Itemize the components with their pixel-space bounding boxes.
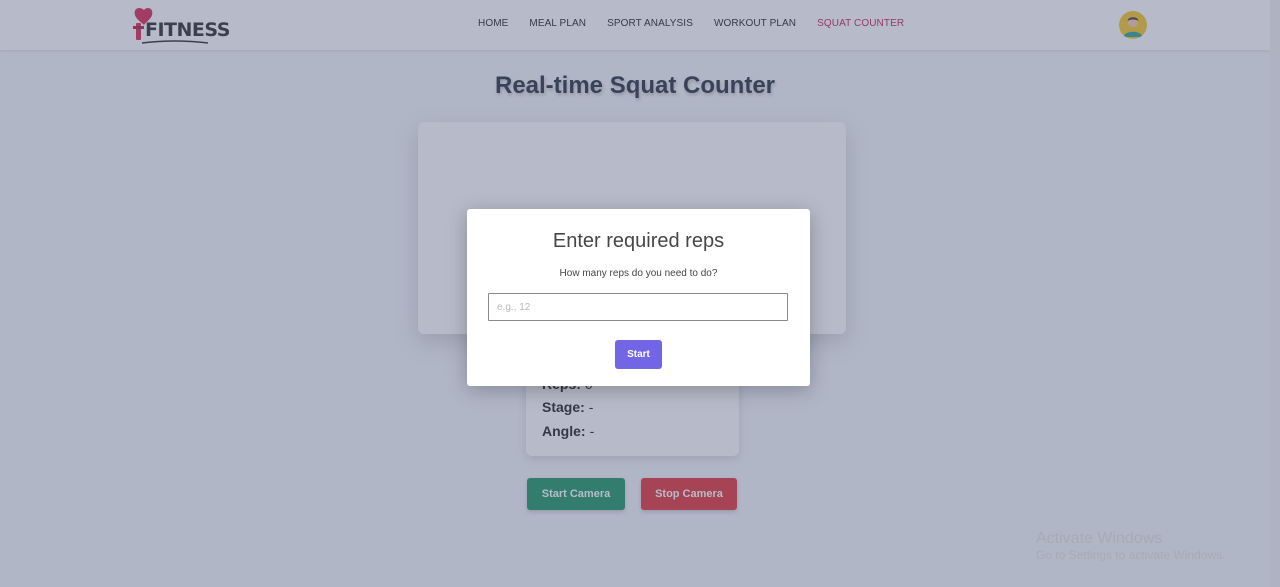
reps-input[interactable] bbox=[488, 293, 788, 321]
watermark-subtitle: Go to Settings to activate Windows. bbox=[1036, 548, 1226, 563]
dialog-text: How many reps do you need to do? bbox=[559, 268, 718, 279]
windows-activation-watermark: Activate Windows Go to Settings to activ… bbox=[1036, 529, 1225, 563]
watermark-title: Activate Windows bbox=[1036, 530, 1163, 547]
dialog-title: Enter required reps bbox=[552, 230, 725, 252]
reps-dialog: Enter required reps How many reps do you… bbox=[467, 209, 810, 386]
dialog-start-button[interactable]: Start bbox=[615, 340, 662, 369]
